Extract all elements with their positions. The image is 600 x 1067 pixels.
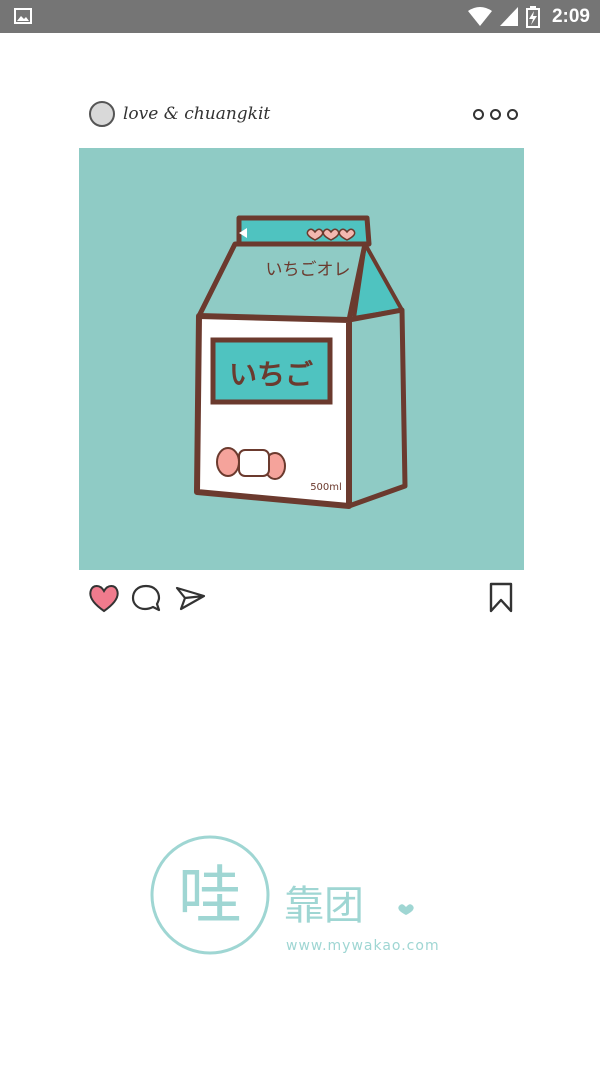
image-icon [14,8,32,24]
more-options-icon[interactable] [473,109,518,120]
bookmark-icon[interactable] [484,581,518,615]
post-actions [79,578,524,622]
carton-volume: 500ml [310,482,342,493]
status-bar: 2:09 [0,0,600,33]
carton-label: いちご [229,358,313,391]
send-icon[interactable] [173,581,207,615]
strawberry-milk-carton-illustration: いちご いちごオレ 500ml [194,215,408,509]
avatar[interactable] [89,101,115,127]
username[interactable]: love & chuangkit [123,104,270,124]
comment-icon[interactable] [129,581,163,615]
watermark-logo: 哇 靠团 www.mywakao.com [148,823,458,973]
battery-icon [525,5,540,28]
watermark-url: www.mywakao.com [286,938,440,954]
clock: 2:09 [551,5,590,27]
post-header: love & chuangkit [79,95,524,139]
strawberry-icon [216,447,286,480]
heart-icon[interactable] [87,581,121,615]
heart-icon [398,904,414,915]
carton-top-text: いちごオレ [266,260,351,280]
watermark-logo-char: 哇 [178,860,242,934]
post-image[interactable]: いちご いちごオレ 500ml [79,148,524,570]
watermark-brand-text: 靠团 [284,883,364,929]
signal-icon [499,6,518,26]
wifi-icon [467,6,492,26]
